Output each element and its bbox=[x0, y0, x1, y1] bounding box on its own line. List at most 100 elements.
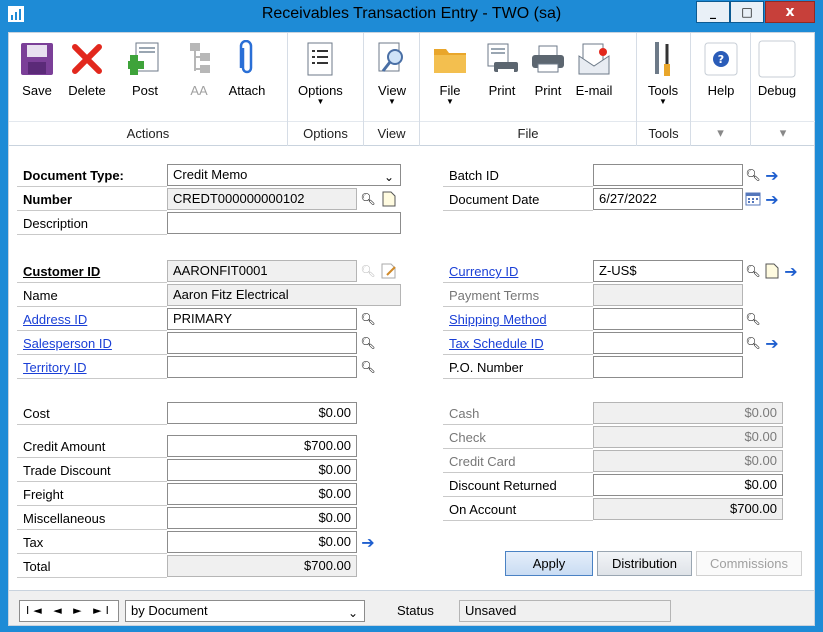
miscellaneous-label: Miscellaneous bbox=[17, 507, 167, 530]
debug-button[interactable]: Debug bbox=[757, 37, 797, 98]
currency-id-field[interactable]: Z-US$ bbox=[593, 260, 743, 282]
total-value: $700.00 bbox=[304, 558, 351, 573]
customer-id-label[interactable]: Customer ID bbox=[17, 260, 167, 283]
cost-field[interactable]: $0.00 bbox=[167, 402, 357, 424]
distribution-button[interactable]: Distribution bbox=[597, 551, 692, 576]
shipping-method-field[interactable] bbox=[593, 308, 743, 330]
batch-id-field[interactable] bbox=[593, 164, 743, 186]
new-document-icon bbox=[765, 263, 779, 279]
ribbon-group-actions: Save Delete Post AA Attach Actions bbox=[9, 33, 288, 147]
shipping-method-link[interactable]: Shipping Method bbox=[443, 308, 593, 331]
tax-expand-button[interactable]: ➔ bbox=[359, 532, 377, 552]
po-number-label: P.O. Number bbox=[443, 356, 593, 379]
debug-label: Debug bbox=[757, 83, 797, 98]
miscellaneous-field[interactable]: $0.00 bbox=[167, 507, 357, 529]
tax-schedule-expand-button[interactable]: ➔ bbox=[763, 333, 781, 353]
minimize-button[interactable]: _ bbox=[696, 1, 730, 23]
credit-card-field[interactable]: $0.00 bbox=[593, 450, 783, 472]
file-button[interactable]: File ▼ bbox=[430, 37, 470, 106]
lookup-territory-button[interactable]: 🔍︎ bbox=[359, 357, 377, 377]
on-account-field[interactable]: $700.00 bbox=[593, 498, 783, 520]
total-field[interactable]: $700.00 bbox=[167, 555, 357, 577]
delete-label: Delete bbox=[68, 83, 106, 98]
description-field[interactable] bbox=[167, 212, 401, 234]
payment-terms-field[interactable] bbox=[593, 284, 743, 306]
salesperson-id-field[interactable] bbox=[167, 332, 357, 354]
ribbon-group-file: File ▼ Print Print E-mail File bbox=[420, 33, 637, 147]
customer-note-button[interactable] bbox=[380, 261, 398, 281]
lookup-salesperson-button[interactable]: 🔍︎ bbox=[359, 333, 377, 353]
record-navigator[interactable]: I◄ ◄ ► ►I bbox=[19, 600, 119, 622]
email-button[interactable]: E-mail bbox=[574, 37, 614, 98]
trade-discount-field[interactable]: $0.00 bbox=[167, 459, 357, 481]
help-button[interactable]: ? Help bbox=[701, 37, 741, 98]
close-button[interactable]: x bbox=[765, 1, 815, 23]
lookup-customer-button[interactable]: 🔍︎ bbox=[359, 261, 377, 281]
maximize-button[interactable]: □ bbox=[730, 1, 764, 23]
number-field[interactable]: CREDT000000000102 bbox=[167, 188, 357, 210]
batch-id-label: Batch ID bbox=[443, 164, 593, 187]
commissions-button[interactable]: Commissions bbox=[696, 551, 802, 576]
status-label: Status bbox=[397, 603, 434, 618]
calendar-icon bbox=[745, 192, 761, 206]
discount-returned-label: Discount Returned bbox=[443, 474, 593, 497]
ribbon-group-tools: Tools ▼ Tools bbox=[637, 33, 691, 147]
credit-amount-value: $700.00 bbox=[304, 438, 351, 453]
help-group-dropdown[interactable]: ▾ bbox=[691, 125, 750, 141]
debug-group-dropdown[interactable]: ▾ bbox=[751, 125, 815, 141]
cash-field[interactable]: $0.00 bbox=[593, 402, 783, 424]
sort-order-select[interactable]: by Document ⌄ bbox=[125, 600, 365, 622]
check-field[interactable]: $0.00 bbox=[593, 426, 783, 448]
currency-expand-button[interactable]: ➔ bbox=[782, 261, 800, 281]
po-number-field[interactable] bbox=[593, 356, 743, 378]
salesperson-id-link[interactable]: Salesperson ID bbox=[17, 332, 167, 355]
freight-field[interactable]: $0.00 bbox=[167, 483, 357, 505]
lookup-currency-button[interactable]: 🔍︎ bbox=[744, 261, 762, 281]
currency-id-link[interactable]: Currency ID bbox=[443, 260, 593, 283]
arrow-right-icon: ➔ bbox=[765, 189, 779, 209]
territory-id-field[interactable] bbox=[167, 356, 357, 378]
tools-button[interactable]: Tools ▼ bbox=[643, 37, 683, 106]
options-button[interactable]: Options ▼ bbox=[298, 37, 343, 106]
new-document-icon bbox=[382, 191, 396, 207]
tax-schedule-id-field[interactable] bbox=[593, 332, 743, 354]
attach-button[interactable]: Attach bbox=[227, 37, 267, 98]
lookup-number-button[interactable]: 🔍︎ bbox=[359, 189, 377, 209]
date-expand-button[interactable]: ➔ bbox=[763, 189, 781, 209]
ribbon-group-debug: Debug ▾ bbox=[751, 33, 815, 147]
credit-amount-field[interactable]: $700.00 bbox=[167, 435, 357, 457]
new-document-button[interactable] bbox=[380, 189, 398, 209]
lookup-address-button[interactable]: 🔍︎ bbox=[359, 309, 377, 329]
file-label: File bbox=[439, 83, 461, 98]
calendar-button[interactable] bbox=[744, 189, 762, 209]
group-separator bbox=[637, 121, 690, 122]
lookup-tax-schedule-button[interactable]: 🔍︎ bbox=[744, 333, 762, 353]
tax-schedule-id-link[interactable]: Tax Schedule ID bbox=[443, 332, 593, 355]
name-field[interactable]: Aaron Fitz Electrical bbox=[167, 284, 401, 306]
view-button[interactable]: View ▼ bbox=[372, 37, 412, 106]
batch-expand-button[interactable]: ➔ bbox=[763, 165, 781, 185]
currency-new-button[interactable] bbox=[763, 261, 781, 281]
territory-id-link[interactable]: Territory ID bbox=[17, 356, 167, 379]
address-id-link[interactable]: Address ID bbox=[17, 308, 167, 331]
post-button[interactable]: Post bbox=[125, 37, 165, 98]
aa-button[interactable]: AA bbox=[179, 37, 219, 98]
print-button[interactable]: Print bbox=[528, 37, 568, 98]
address-id-field[interactable]: PRIMARY bbox=[167, 308, 357, 330]
document-date-label: Document Date bbox=[443, 188, 593, 211]
document-type-select[interactable]: Credit Memo ⌄ bbox=[167, 164, 401, 186]
apply-button[interactable]: Apply bbox=[505, 551, 593, 576]
lookup-shipping-button[interactable]: 🔍︎ bbox=[744, 309, 762, 329]
tools-icon bbox=[643, 37, 683, 81]
discount-returned-field[interactable]: $0.00 bbox=[593, 474, 783, 496]
arrow-right-icon: ➔ bbox=[765, 333, 779, 353]
save-button[interactable]: Save bbox=[17, 37, 57, 98]
tax-field[interactable]: $0.00 bbox=[167, 531, 357, 553]
cost-label: Cost bbox=[17, 402, 167, 425]
print-preview-button[interactable]: Print bbox=[482, 37, 522, 98]
customer-id-field[interactable]: AARONFIT0001 bbox=[167, 260, 357, 282]
document-date-field[interactable]: 6/27/2022 bbox=[593, 188, 743, 210]
view-icon bbox=[372, 37, 412, 81]
delete-button[interactable]: Delete bbox=[67, 37, 107, 98]
lookup-batch-button[interactable]: 🔍︎ bbox=[744, 165, 762, 185]
